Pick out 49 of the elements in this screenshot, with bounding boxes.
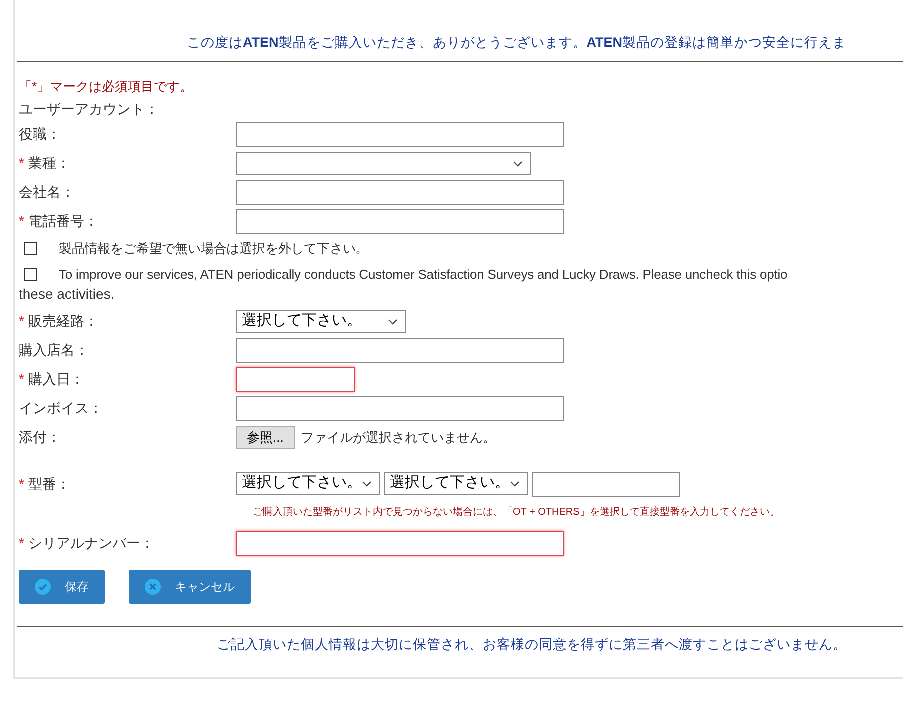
dropdown-select[interactable]: 選択して下さい。 [384, 472, 528, 495]
chevron-down-icon [362, 480, 372, 486]
required-asterisk: * [19, 370, 24, 389]
required-asterisk: * [19, 212, 24, 231]
required-asterisk: * [19, 312, 24, 331]
save-button[interactable]: 保存 [19, 570, 105, 604]
cancel-button[interactable]: キャンセル [129, 570, 251, 604]
file-status-text: ファイルが選択されていません。 [300, 428, 496, 447]
chevron-down-icon [388, 318, 398, 324]
dropdown-select[interactable]: 選択して下さい。 [236, 472, 380, 495]
chevron-down-icon [510, 480, 520, 486]
input-field[interactable] [236, 338, 564, 363]
chevron-down-icon [513, 160, 523, 166]
input-field[interactable] [236, 122, 564, 147]
field-label: 購入店名： [19, 341, 89, 360]
field-label: 業種： [28, 154, 70, 173]
input-field[interactable] [236, 209, 564, 234]
input-field[interactable] [532, 472, 680, 497]
checkbox[interactable] [24, 268, 37, 281]
dropdown-select[interactable]: 選択して下さい。 [236, 310, 406, 333]
required-asterisk: * [19, 475, 24, 494]
field-label: 型番： [28, 475, 70, 494]
browse-button[interactable]: 参照... [236, 426, 295, 449]
date-input-field[interactable] [236, 367, 355, 392]
checkbox-label: 製品情報をご希望で無い場合は選択を外して下さい。 [59, 240, 369, 258]
field-label: インボイス： [19, 399, 103, 418]
x-circle-icon [145, 579, 161, 595]
input-field[interactable] [236, 531, 564, 556]
field-label: 役職： [19, 125, 61, 144]
checkbox[interactable] [24, 242, 37, 256]
check-circle-icon [35, 579, 51, 595]
field-label: 販売経路： [28, 312, 98, 331]
field-label: 購入日： [28, 370, 84, 389]
field-label: 会社名： [19, 183, 75, 202]
header-text: この度はATEN製品をご購入いただき、ありがとうございます。ATEN製品の登録は簡単かつ安全に行えま [187, 34, 846, 52]
required-note: 「*」マークは必須項目です。 [19, 78, 194, 96]
checkbox-label: To improve our services, ATEN periodically conducts Customer Satisfaction Surveys and Lucky Draws. Please uncheck this optio [59, 266, 788, 284]
field-label: 電話番号： [28, 212, 98, 231]
account-label: ユーザーアカウント： [19, 100, 159, 118]
input-field[interactable] [236, 396, 564, 421]
checkbox-label: these activities. [19, 285, 116, 304]
dropdown-select[interactable] [236, 152, 531, 175]
privacy-notice: ご記入頂いた個人情報は大切に保管され、お客様の同意を得ずに第三者へ渡すことはございません。 [217, 636, 847, 654]
field-label: シリアルナンバー： [28, 534, 154, 553]
required-asterisk: * [19, 154, 24, 173]
required-asterisk: * [19, 534, 24, 553]
hint-text: ご購入頂いた型番がリスト内で見つからない場合には、「OT + OTHERS」を選択して直接型番を入力してください。 [253, 507, 780, 518]
input-field[interactable] [236, 180, 564, 205]
field-label: 添付： [19, 428, 61, 447]
